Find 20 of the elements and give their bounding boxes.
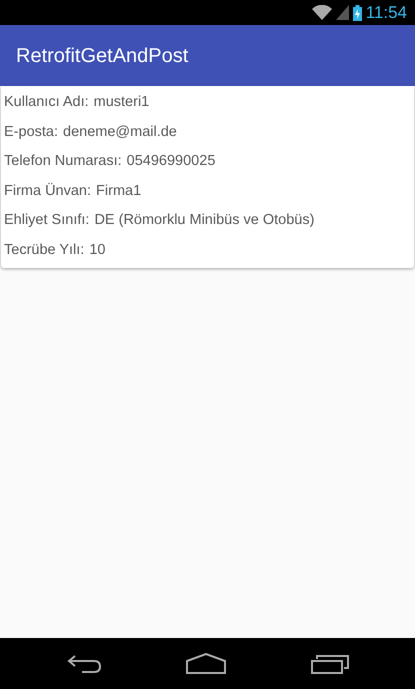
signal-icon	[336, 5, 349, 20]
field-value: Firma1	[96, 182, 142, 200]
field-value: 10	[89, 240, 106, 260]
field-value: musteri1	[94, 93, 150, 112]
field-value: 05496990025	[126, 152, 216, 171]
clock-time: 11:54	[366, 2, 407, 24]
field-label: Firma Ünvan:	[4, 182, 92, 200]
recent-apps-icon[interactable]	[310, 654, 349, 674]
wifi-icon	[312, 5, 332, 20]
field-value: deneme@mail.de	[63, 122, 177, 142]
battery-icon	[352, 4, 362, 20]
field-label: Tecrübe Yılı:	[4, 240, 84, 260]
field-label: Telefon Numarası:	[4, 152, 122, 171]
field-value: DE (Römorklu Minibüs ve Otobüs)	[94, 211, 314, 230]
home-icon[interactable]	[186, 653, 226, 674]
app-title: RetrofitGetAndPost	[16, 44, 188, 68]
back-icon[interactable]	[66, 654, 102, 674]
field-label: E-posta:	[4, 122, 58, 142]
field-label: Ehliyet Sınıfı:	[4, 211, 90, 230]
field-label: Kullanıcı Adı:	[4, 93, 89, 112]
